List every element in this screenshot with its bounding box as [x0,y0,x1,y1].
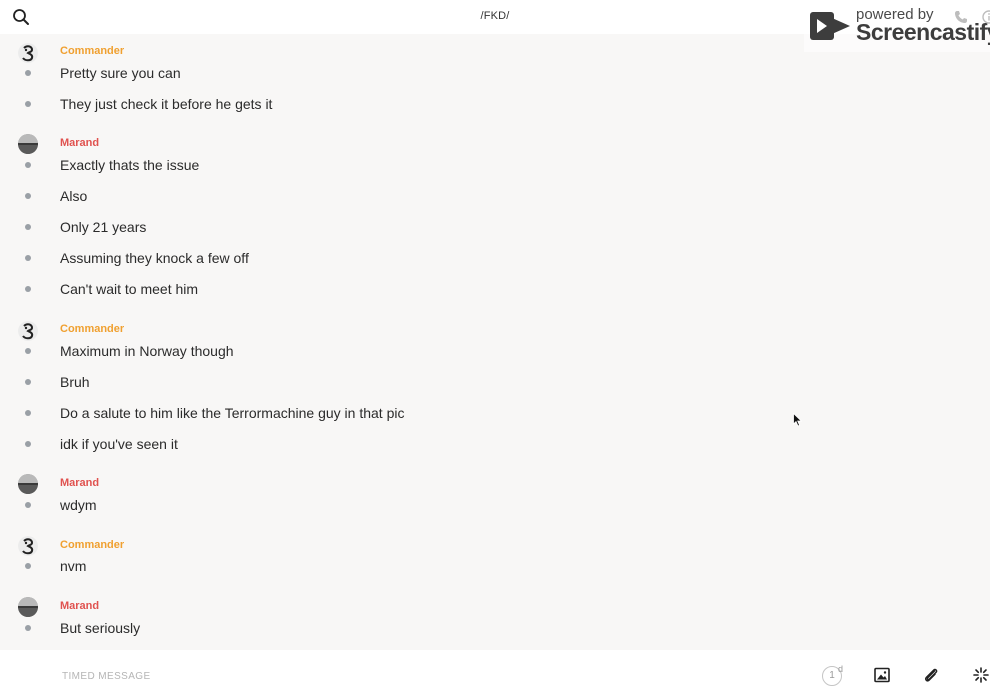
sparkle-icon[interactable] [972,666,990,684]
message-author[interactable]: Marand [60,600,99,612]
message-text: They just check it before he gets it [60,96,273,112]
message-text: Do a salute to him like the Terrormachin… [60,405,405,421]
message-status-dot [25,162,31,168]
message-text: Exactly thats the issue [60,157,200,173]
message-text: nvm [60,558,87,574]
message-status-dot [25,502,31,508]
message-status-dot [25,379,31,385]
message-text: But seriously [60,620,141,636]
message-input[interactable] [60,666,664,686]
avatar-commander[interactable] [18,321,38,341]
chat-app: /FKD/ powered by Screencastify Commander… [0,0,990,700]
message-text: Can't wait to meet him [60,281,199,297]
message-text: Pretty sure you can [60,65,181,81]
message-author[interactable]: Commander [60,539,124,551]
message-text: Only 21 years [60,219,147,235]
avatar-marand[interactable] [18,474,38,494]
message-status-dot [25,255,31,261]
avatar-commander[interactable] [18,536,38,556]
message-text: Also [60,188,88,204]
avatar-marand[interactable] [18,597,38,617]
message-text: idk if you've seen it [60,436,178,452]
image-icon[interactable] [873,666,891,684]
message-status-dot [25,286,31,292]
info-icon[interactable] [982,10,990,24]
message-text: Maximum in Norway though [60,343,234,359]
message-text: Assuming they knock a few off [60,250,249,266]
timer-unit: d [838,664,844,674]
phone-icon[interactable] [954,10,968,24]
message-status-dot [25,625,31,631]
avatar-marand[interactable] [18,134,38,154]
message-status-dot [25,563,31,569]
message-text: Bruh [60,374,90,390]
message-status-dot [25,348,31,354]
message-status-dot [25,70,31,76]
mouse-cursor-icon [793,412,803,427]
message-status-dot [25,101,31,107]
message-status-dot [25,441,31,447]
message-list: Commander Pretty sure you can They just … [0,34,990,650]
avatar-commander[interactable] [18,43,38,63]
message-status-dot [25,410,31,416]
message-author[interactable]: Marand [60,477,99,489]
message-text: wdym [60,497,97,513]
paperclip-icon[interactable] [922,666,940,684]
message-status-dot [25,193,31,199]
message-status-dot [25,224,31,230]
message-author[interactable]: Commander [60,45,124,57]
message-author[interactable]: Marand [60,137,99,149]
message-author[interactable]: Commander [60,323,124,335]
